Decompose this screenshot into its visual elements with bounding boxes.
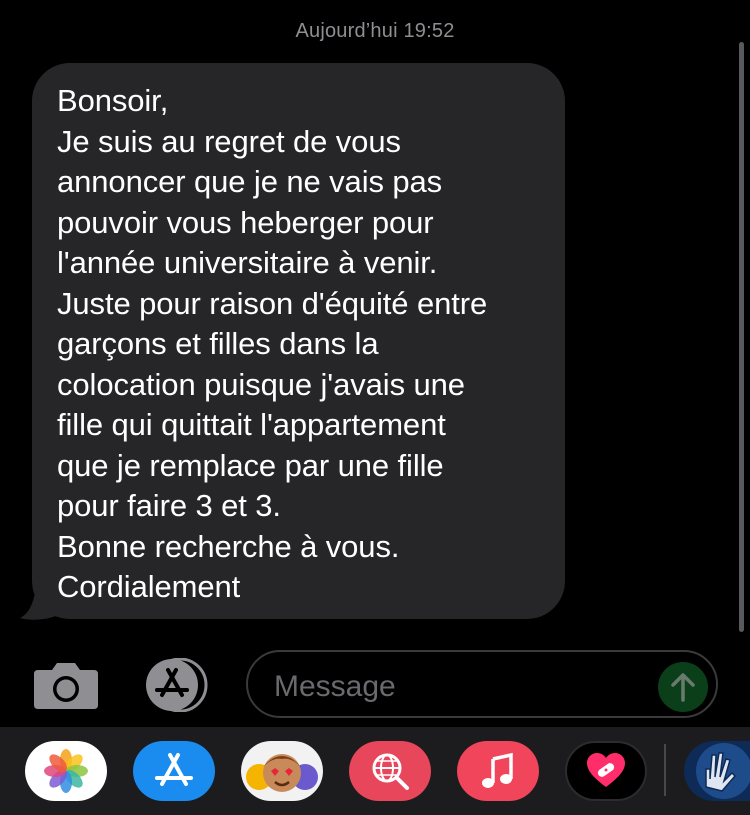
message-line: l'année universitaire à venir. xyxy=(57,245,438,280)
hand-icon xyxy=(696,743,750,799)
animoji-app[interactable] xyxy=(684,741,750,801)
memoji-app[interactable] xyxy=(241,741,323,801)
message-line: garçons et filles dans la xyxy=(57,326,379,361)
message-input[interactable]: Message xyxy=(246,650,718,718)
camera-icon[interactable] xyxy=(32,660,100,710)
drawer-divider xyxy=(664,744,666,796)
app-store-app[interactable] xyxy=(133,741,215,801)
received-message-bubble[interactable]: Bonsoir, Je suis au regret de vous annon… xyxy=(32,63,565,619)
message-line: colocation puisque j'avais une xyxy=(57,366,465,402)
message-line: pouvoir vous heberger pour xyxy=(57,204,434,240)
message-line: Bonsoir, xyxy=(57,83,169,118)
messages-screen: Aujourd’hui 19:52 Bonsoir, Je suis au re… xyxy=(0,0,750,815)
digital-touch-app[interactable] xyxy=(565,741,647,801)
images-search-app[interactable] xyxy=(349,741,431,801)
photos-app[interactable] xyxy=(25,741,107,801)
memoji-icon xyxy=(246,754,318,792)
heart-icon xyxy=(587,753,625,787)
message-line: annoncer que je ne vais pas xyxy=(57,164,443,199)
app-store-icon xyxy=(155,753,193,786)
imessage-app-drawer xyxy=(0,727,750,815)
message-line: Je suis au regret de vous xyxy=(57,123,401,159)
message-line: Bonne recherche à vous. xyxy=(57,528,400,564)
globe-search-icon xyxy=(372,753,409,790)
message-line: fille qui quittait l'appartement xyxy=(57,407,446,442)
arrow-up-icon xyxy=(671,673,695,702)
send-button[interactable] xyxy=(658,662,708,712)
message-line: Cordialement xyxy=(57,569,241,604)
app-store-icon[interactable] xyxy=(140,658,212,712)
conversation-timestamp: Aujourd’hui 19:52 xyxy=(295,20,455,42)
message-line: pour faire 3 et 3. xyxy=(57,488,281,523)
composer-bar: Message xyxy=(0,648,750,720)
message-line: que je remplace par une fille xyxy=(57,447,444,483)
scroll-indicator[interactable] xyxy=(739,42,744,632)
message-text: Bonsoir, Je suis au regret de vous annon… xyxy=(57,81,545,608)
photos-icon xyxy=(44,749,88,793)
music-note-icon xyxy=(482,752,513,788)
message-placeholder: Message xyxy=(274,670,396,703)
message-line: Juste pour raison d'équité entre xyxy=(57,285,488,321)
music-app[interactable] xyxy=(457,741,539,801)
